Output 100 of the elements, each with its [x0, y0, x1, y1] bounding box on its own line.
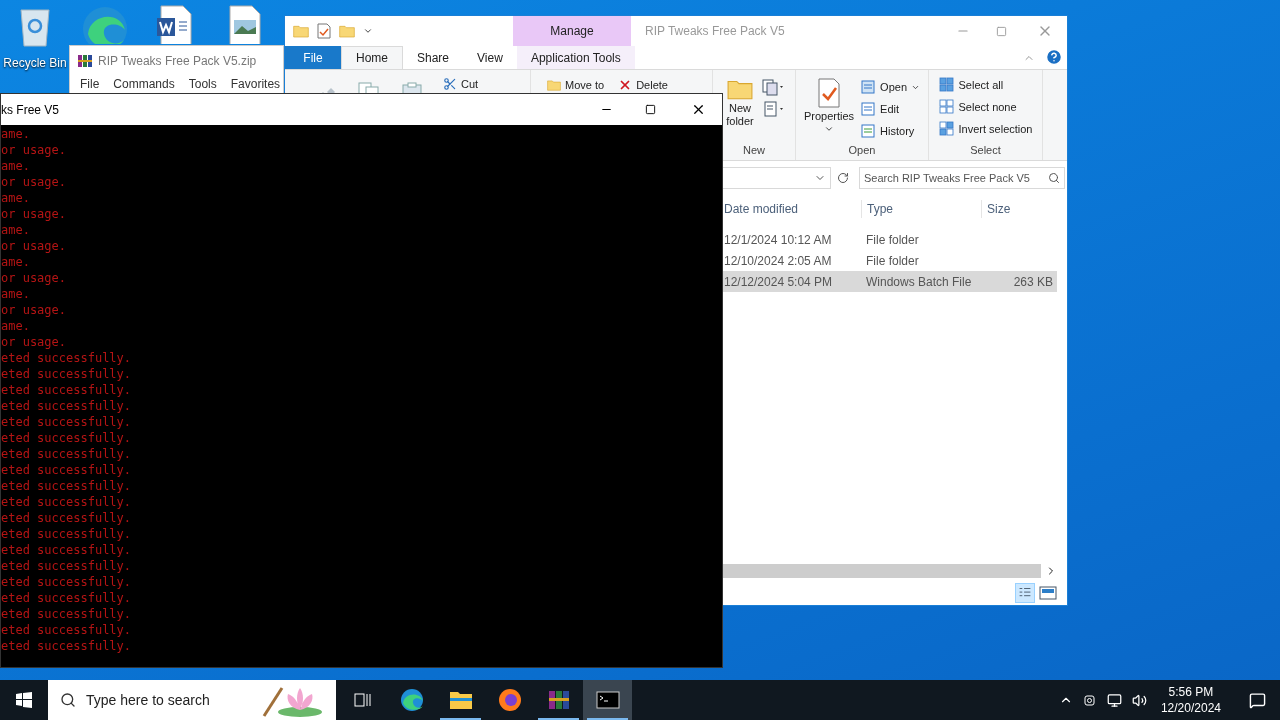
start-icon[interactable] [16, 692, 32, 708]
ribbon-tab[interactable]: Home [341, 46, 403, 69]
close-button[interactable] [691, 102, 706, 117]
folder-icon [293, 23, 309, 39]
taskbar-search-field[interactable]: Type here to search [48, 680, 336, 720]
console-line: or usage. [1, 270, 67, 286]
cut-icon [443, 77, 457, 92]
maximize-button[interactable] [645, 104, 656, 115]
type-cell-text: Windows Batch File [865, 273, 973, 291]
ribbon-button[interactable]: Select none [958, 98, 1017, 116]
ribbon-tab[interactable]: Share [403, 46, 464, 69]
folder-icon [448, 690, 473, 710]
menu-item[interactable]: Tools [188, 75, 217, 93]
delete-button[interactable]: Delete [636, 77, 668, 94]
search-input[interactable]: Type here to search [86, 689, 250, 711]
move-to-button[interactable]: Move to [565, 77, 605, 94]
window-title: ks Free V5 [1, 101, 61, 119]
new-item-icon[interactable] [761, 78, 785, 96]
console-line: eted successfully. [1, 430, 132, 446]
console-line: ame. [1, 286, 30, 302]
console-line: eted successfully. [1, 478, 132, 494]
ribbon-tab[interactable]: Application Tools [516, 46, 635, 69]
ribbon-tab[interactable]: File [285, 46, 341, 69]
search-field[interactable]: Search RIP Tweaks Free Pack V5 [859, 167, 1065, 189]
group-label: New [743, 142, 765, 158]
console-line: eted successfully. [1, 574, 132, 590]
console-line: or usage. [1, 174, 67, 190]
column-header[interactable]: Size [981, 200, 1057, 218]
console-line: eted successfully. [1, 366, 132, 382]
window-title: RIP Tweaks Free Pack V5.zip [98, 53, 257, 70]
ribbon-tab[interactable]: View [463, 46, 517, 69]
type-cell-text: File folder [865, 252, 920, 270]
cut-button[interactable]: Cut [461, 76, 479, 93]
menu-item[interactable]: File [80, 75, 100, 93]
file-row[interactable]: 12/1/2024 10:12 AM File folder [723, 229, 1057, 250]
console-line: eted successfully. [1, 622, 132, 638]
customize-icon[interactable] [363, 26, 373, 36]
date-cell-text: 12/12/2024 5:04 PM [723, 273, 834, 291]
file-row[interactable]: 12/10/2024 2:05 AM File folder [723, 250, 1057, 271]
console-line: or usage. [1, 302, 67, 318]
console-line: eted successfully. [1, 638, 132, 654]
archive-icon [547, 689, 570, 711]
date-cell-text: 12/1/2024 10:12 AM [723, 231, 833, 249]
archive-icon [78, 54, 92, 68]
console-line: eted successfully. [1, 526, 132, 542]
new-folder-button[interactable]: New folder [723, 102, 757, 128]
console-line: eted successfully. [1, 558, 132, 574]
details-view-icon[interactable] [1015, 583, 1035, 603]
help-icon[interactable] [1045, 48, 1063, 66]
ribbon-button[interactable]: Edit [880, 100, 900, 118]
column-header[interactable]: Type [861, 200, 981, 218]
console-line: eted successfully. [1, 510, 132, 526]
console-line: eted successfully. [1, 414, 132, 430]
word-document-icon[interactable] [155, 4, 195, 44]
console-line: or usage. [1, 142, 67, 158]
search-icon [60, 692, 76, 708]
console-line: ame. [1, 190, 30, 206]
thumbnail-view-icon[interactable] [1039, 585, 1057, 601]
console-line: or usage. [1, 238, 67, 254]
console-line: eted successfully. [1, 606, 132, 622]
image-file-icon[interactable] [228, 4, 262, 44]
scrollbar[interactable] [723, 564, 1041, 578]
search-input[interactable]: Search RIP Tweaks Free Pack V5 [864, 169, 1048, 187]
date-cell-text: 12/10/2024 2:05 AM [723, 252, 833, 270]
ribbon-button[interactable]: Invert selection [958, 120, 1033, 138]
clock-date[interactable]: 12/20/2024 [1160, 700, 1221, 716]
group-label: Open [848, 142, 876, 158]
terminal-icon [595, 691, 620, 709]
type-cell-text: File folder [865, 231, 920, 249]
ribbon-button[interactable]: History [880, 122, 915, 140]
icon-label: Recycle Bin [3, 55, 67, 72]
console-line: ame. [1, 318, 30, 334]
notifications-icon[interactable] [1249, 691, 1266, 709]
file-row[interactable]: 12/12/2024 5:04 PM Windows Batch File 263 KB [723, 271, 1057, 292]
grid-icon [938, 121, 955, 137]
edge-icon [399, 688, 424, 712]
ribbon-button[interactable]: Open [880, 78, 908, 96]
menu-item[interactable]: Favorites [230, 75, 281, 93]
clock-time[interactable]: 5:56 PM [1168, 684, 1214, 700]
grid-icon [938, 99, 955, 115]
group-label: Select [970, 142, 1001, 158]
volume-icon[interactable] [1131, 692, 1147, 708]
properties-button[interactable]: Properties [803, 108, 855, 124]
ribbon-button[interactable]: Select all [958, 76, 1004, 94]
size-cell-text: 263 KB [1012, 273, 1054, 291]
camera-icon[interactable] [1082, 693, 1097, 707]
taskbar-app[interactable] [583, 680, 632, 720]
folder-icon [547, 78, 561, 93]
network-icon[interactable] [1106, 692, 1122, 708]
window-title: RIP Tweaks Free Pack V5 [645, 23, 786, 40]
menu-item[interactable]: Commands [113, 75, 175, 93]
grid-icon [938, 77, 955, 93]
console-line: ame. [1, 254, 30, 270]
column-header[interactable]: Date modified [723, 200, 861, 218]
properties-icon[interactable] [317, 23, 331, 39]
properties-icon[interactable] [816, 78, 843, 108]
context-tab-header: Manage [513, 16, 631, 46]
console-line: eted successfully. [1, 350, 132, 366]
console-line: ame. [1, 158, 30, 174]
refresh-icon[interactable] [837, 172, 849, 184]
